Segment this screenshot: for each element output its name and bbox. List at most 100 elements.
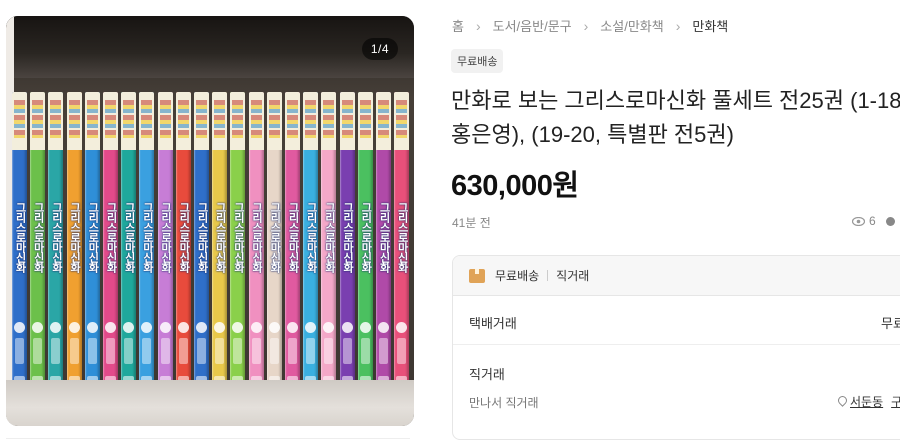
book-subtitle: [160, 338, 170, 364]
book-volume-mark: [86, 322, 98, 333]
book-volume-mark: [14, 322, 25, 333]
parcel-trade-label: 택배거래: [469, 316, 517, 331]
book-spine: 그리스로마신화: [230, 92, 246, 404]
book-subtitle: [87, 338, 97, 364]
book-volume-mark: [287, 322, 298, 333]
book-spine: 그리스로마신화: [194, 92, 209, 404]
breadcrumb-novels[interactable]: 소설/만화책: [600, 16, 663, 35]
book-cap: [30, 92, 46, 150]
direct-trade-label: 직거래: [469, 367, 505, 382]
view-count-value: 6: [869, 214, 876, 228]
book-spine-title: 그리스로마신화: [86, 202, 99, 272]
book-spine-title: 그리스로마신화: [159, 202, 172, 272]
breadcrumb-comics[interactable]: 만화책: [692, 16, 728, 35]
book-volume-mark: [68, 322, 80, 333]
book-spine: 그리스로마신화: [66, 92, 82, 404]
book-spine: 그리스로마신화: [339, 92, 355, 404]
book-spine: 그리스로마신화: [121, 92, 137, 404]
book-spine-title: 그리스로마신화: [141, 202, 154, 272]
book-spine: 그리스로마신화: [285, 92, 300, 404]
book-subtitle: [342, 338, 352, 364]
book-volume-mark: [196, 322, 207, 333]
book-subtitle: [324, 338, 334, 364]
book-spine-title: 그리스로마신화: [323, 202, 336, 272]
book-volume-mark: [323, 322, 335, 333]
image-counter: 1/4: [361, 38, 398, 60]
book-subtitle: [15, 338, 24, 364]
book-cap: [321, 92, 337, 150]
book-spine-title: 그리스로마신화: [32, 202, 45, 272]
breadcrumb-home[interactable]: 홈: [452, 16, 464, 35]
book-subtitle: [51, 338, 61, 364]
book-spine-title: 그리스로마신화: [250, 202, 263, 272]
book-subtitle: [215, 338, 225, 364]
free-shipping-tag: 무료배송: [451, 49, 504, 73]
book-spine-title: 그리스로마신화: [268, 202, 281, 272]
book-spine: 그리스로마신화: [48, 92, 64, 404]
direct-trade-desc: 만나서 직거래: [469, 396, 539, 410]
book-cap: [303, 92, 319, 150]
book-cap: [12, 92, 27, 150]
book-spine-title: 그리스로마신화: [214, 202, 227, 272]
parcel-trade-value: 무료: [881, 316, 900, 331]
book-volume-mark: [359, 322, 371, 333]
chevron-right-icon: ›: [675, 17, 681, 34]
book-spine: 그리스로마신화: [84, 92, 100, 404]
book-spine: 그리스로마신화: [357, 92, 373, 404]
book-volume-mark: [378, 322, 389, 333]
book-subtitle: [106, 338, 115, 364]
book-subtitle: [197, 338, 206, 364]
chevron-right-icon: ›: [475, 17, 481, 34]
book-spine: 그리스로마신화: [103, 92, 118, 404]
book-volume-mark: [159, 322, 171, 333]
trade-summary: 무료배송 직거래: [453, 256, 900, 296]
breadcrumb-books[interactable]: 도서/음반/문구: [493, 16, 572, 35]
book-cap: [394, 92, 410, 150]
book-spine-title: 그리스로마신화: [196, 202, 208, 272]
book-spine: 그리스로마신화: [30, 92, 46, 404]
book-volume-mark: [123, 322, 135, 333]
divider: [453, 344, 900, 345]
shelf-top: [6, 16, 414, 78]
book-spine-title: 그리스로마신화: [68, 202, 81, 272]
book-spine: 그리스로마신화: [266, 92, 282, 404]
book-cap: [285, 92, 300, 150]
book-spine-title: 그리스로마신화: [177, 202, 190, 272]
location-extra[interactable]: 구: [891, 393, 900, 410]
chat-icon: [886, 217, 895, 226]
product-title: 만화로 보는 그리스로마신화 풀세트 전25권 (1-18 홍은영), (19-…: [451, 88, 900, 147]
book-spine: 그리스로마신화: [248, 92, 264, 404]
book-spine-title: 그리스로마신화: [396, 202, 409, 272]
book-subtitle: [124, 338, 134, 364]
book-spine-title: 그리스로마신화: [305, 202, 318, 272]
book-spine: 그리스로마신화: [139, 92, 155, 404]
book-spine: 그리스로마신화: [212, 92, 228, 404]
book-volume-mark: [105, 322, 116, 333]
eye-icon: [852, 216, 865, 226]
book-spine-title: 그리스로마신화: [287, 202, 299, 272]
product-image[interactable]: 그리스로마신화 그리스로마신화 그리스로마신화 그리스로마신화 그리스로마신화 그리스로마…: [6, 16, 414, 426]
book-spine-title: 그리스로마신화: [50, 202, 63, 272]
book-spine-title: 그리스로마신화: [341, 202, 354, 272]
book-cap: [248, 92, 264, 150]
book-volume-mark: [32, 322, 44, 333]
book-cap: [121, 92, 137, 150]
book-volume-mark: [268, 322, 280, 333]
book-cap: [266, 92, 282, 150]
book-subtitle: [33, 338, 43, 364]
book-volume-mark: [250, 322, 262, 333]
book-subtitle: [360, 338, 370, 364]
book-subtitle: [306, 338, 316, 364]
book-spine-title: 그리스로마신화: [123, 202, 136, 272]
book-volume-mark: [341, 322, 353, 333]
book-cap: [357, 92, 373, 150]
book-cap: [194, 92, 209, 150]
trade-location[interactable]: 서둔동 구: [837, 393, 900, 410]
book-cap: [48, 92, 64, 150]
book-volume-mark: [177, 322, 189, 333]
book-subtitle: [142, 338, 152, 364]
view-count: 6: [852, 214, 876, 228]
book-cap: [157, 92, 173, 150]
location-link[interactable]: 서둔동: [850, 393, 883, 410]
book-spine-title: 그리스로마신화: [359, 202, 372, 272]
